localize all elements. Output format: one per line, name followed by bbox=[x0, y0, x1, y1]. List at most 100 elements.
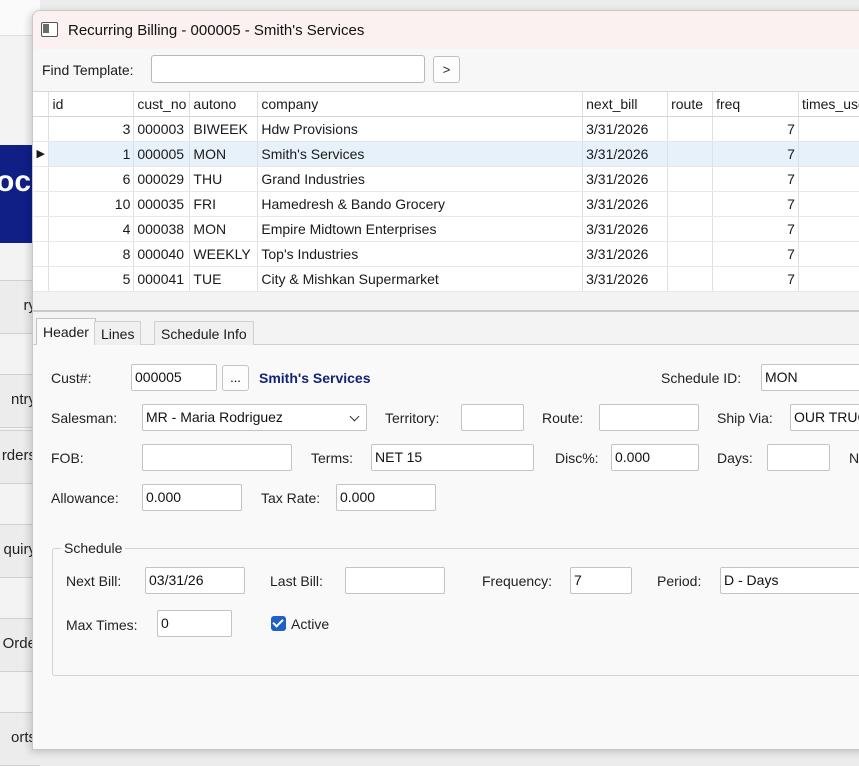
cell-next-bill[interactable]: 3/31/2026 bbox=[582, 141, 669, 167]
cell-cust-no[interactable]: 000003 bbox=[133, 116, 191, 142]
tab-lines[interactable]: Lines bbox=[94, 321, 142, 345]
cell-company[interactable]: Smith's Services bbox=[257, 141, 584, 167]
disc-field[interactable]: 0.000 bbox=[611, 444, 699, 471]
cust-number-field[interactable]: 000005 bbox=[131, 364, 217, 391]
cell-id[interactable]: 10 bbox=[48, 191, 135, 217]
cell-next-bill[interactable]: 3/31/2026 bbox=[582, 266, 669, 292]
table-row[interactable]: ▶ 1 000005 MON Smith's Services 3/31/2026 7 bbox=[33, 141, 859, 167]
find-template-input[interactable] bbox=[151, 55, 425, 83]
cell-next-bill[interactable]: 3/31/2026 bbox=[582, 166, 669, 192]
cell-freq[interactable]: 7 bbox=[712, 166, 799, 192]
table-row[interactable]: 6 000029 THU Grand Industries 3/31/2026 7 bbox=[33, 166, 859, 192]
cell-id[interactable]: 5 bbox=[48, 266, 135, 292]
table-row[interactable]: 10 000035 FRI Hamedresh & Bando Grocery 3/31… bbox=[33, 191, 859, 217]
cell-route[interactable] bbox=[667, 141, 714, 167]
cell-company[interactable]: City & Mishkan Supermarket bbox=[257, 266, 584, 292]
cell-times-used[interactable] bbox=[798, 266, 859, 292]
last-bill-field[interactable] bbox=[345, 567, 445, 594]
cell-route[interactable] bbox=[667, 191, 714, 217]
next-bill-field[interactable]: 03/31/26 bbox=[145, 567, 245, 594]
cell-company[interactable]: Empire Midtown Enterprises bbox=[257, 216, 584, 242]
cell-autono[interactable]: MON bbox=[189, 141, 259, 167]
cell-times-used[interactable] bbox=[798, 241, 859, 267]
cell-company[interactable]: Hdw Provisions bbox=[257, 116, 584, 142]
grid-splitter[interactable] bbox=[33, 310, 859, 312]
cell-autono[interactable]: BIWEEK bbox=[189, 116, 259, 142]
title-bar[interactable]: Recurring Billing - 000005 - Smith's Ser… bbox=[33, 11, 859, 49]
days-field[interactable] bbox=[767, 444, 830, 471]
table-row[interactable]: 4 000038 MON Empire Midtown Enterprises 3/31… bbox=[33, 216, 859, 242]
territory-field[interactable] bbox=[461, 404, 524, 431]
cell-freq[interactable]: 7 bbox=[712, 266, 799, 292]
cell-cust-no[interactable]: 000029 bbox=[133, 166, 191, 192]
cell-autono[interactable]: TUE bbox=[189, 266, 259, 292]
cell-route[interactable] bbox=[667, 216, 714, 242]
cell-next-bill[interactable]: 3/31/2026 bbox=[582, 191, 669, 217]
cell-freq[interactable]: 7 bbox=[712, 241, 799, 267]
cell-freq[interactable]: 7 bbox=[712, 141, 799, 167]
cell-cust-no[interactable]: 000035 bbox=[133, 191, 191, 217]
cell-company[interactable]: Top's Industries bbox=[257, 241, 584, 267]
cell-autono[interactable]: THU bbox=[189, 166, 259, 192]
fob-field[interactable] bbox=[142, 444, 292, 471]
cell-id[interactable]: 1 bbox=[48, 141, 135, 167]
cell-cust-no[interactable]: 000040 bbox=[133, 241, 191, 267]
customer-lookup-button[interactable]: ... bbox=[222, 365, 249, 391]
tax-rate-field[interactable]: 0.000 bbox=[336, 484, 436, 511]
column-header-route[interactable]: route bbox=[667, 92, 714, 117]
cell-id[interactable]: 6 bbox=[48, 166, 135, 192]
cell-times-used[interactable] bbox=[798, 216, 859, 242]
cell-times-used[interactable] bbox=[798, 166, 859, 192]
cell-times-used[interactable] bbox=[798, 141, 859, 167]
column-header-company[interactable]: company bbox=[257, 92, 584, 117]
cell-freq[interactable]: 7 bbox=[712, 191, 799, 217]
active-checkbox[interactable] bbox=[271, 616, 286, 631]
allowance-field[interactable]: 0.000 bbox=[142, 484, 242, 511]
cell-cust-no[interactable]: 000041 bbox=[133, 266, 191, 292]
cell-autono[interactable]: FRI bbox=[189, 191, 259, 217]
column-header-next-bill[interactable]: next_bill bbox=[582, 92, 669, 117]
tab-schedule-info[interactable]: Schedule Info bbox=[154, 321, 254, 345]
cell-route[interactable] bbox=[667, 116, 714, 142]
cell-id[interactable]: 4 bbox=[48, 216, 135, 242]
ship-via-field[interactable]: OUR TRUC bbox=[790, 404, 859, 431]
schedule-id-field[interactable]: MON bbox=[761, 364, 859, 391]
frequency-field[interactable]: 7 bbox=[570, 567, 632, 594]
template-grid[interactable]: id cust_no autono company next_bill rout… bbox=[33, 91, 859, 292]
column-header-autono[interactable]: autono bbox=[189, 92, 259, 117]
cell-autono[interactable]: WEEKLY bbox=[189, 241, 259, 267]
cell-id[interactable]: 3 bbox=[48, 116, 135, 142]
find-template-button[interactable]: > bbox=[433, 56, 460, 83]
table-row[interactable]: 5 000041 TUE City & Mishkan Supermarket 3/31… bbox=[33, 266, 859, 292]
cell-route[interactable] bbox=[667, 266, 714, 292]
tab-header[interactable]: Header bbox=[36, 318, 96, 346]
cell-company[interactable]: Hamedresh & Bando Grocery bbox=[257, 191, 584, 217]
cell-freq[interactable]: 7 bbox=[712, 116, 799, 142]
max-times-field[interactable]: 0 bbox=[157, 610, 232, 637]
cell-autono[interactable]: MON bbox=[189, 216, 259, 242]
cell-times-used[interactable] bbox=[798, 116, 859, 142]
column-header-cust-no[interactable]: cust_no bbox=[133, 92, 191, 117]
active-label[interactable]: Active bbox=[291, 616, 329, 632]
cell-route[interactable] bbox=[667, 166, 714, 192]
route-field[interactable] bbox=[599, 404, 699, 431]
cell-freq[interactable]: 7 bbox=[712, 216, 799, 242]
salesman-dropdown[interactable]: MR - Maria Rodriguez bbox=[142, 404, 367, 431]
table-row[interactable]: 8 000040 WEEKLY Top's Industries 3/31/2026 7 bbox=[33, 241, 859, 267]
row-indicator bbox=[33, 191, 50, 217]
column-header-times-used[interactable]: times_use bbox=[798, 92, 859, 117]
cell-times-used[interactable] bbox=[798, 191, 859, 217]
period-dropdown[interactable]: D - Days bbox=[720, 567, 859, 594]
cell-cust-no[interactable]: 000005 bbox=[133, 141, 191, 167]
cell-next-bill[interactable]: 3/31/2026 bbox=[582, 216, 669, 242]
cell-company[interactable]: Grand Industries bbox=[257, 166, 584, 192]
cell-next-bill[interactable]: 3/31/2026 bbox=[582, 241, 669, 267]
table-row[interactable]: 3 000003 BIWEEK Hdw Provisions 3/31/2026 7 bbox=[33, 116, 859, 142]
cell-id[interactable]: 8 bbox=[48, 241, 135, 267]
cell-route[interactable] bbox=[667, 241, 714, 267]
column-header-freq[interactable]: freq bbox=[712, 92, 799, 117]
terms-field[interactable]: NET 15 bbox=[371, 444, 534, 471]
column-header-id[interactable]: id bbox=[48, 92, 135, 117]
cell-next-bill[interactable]: 3/31/2026 bbox=[582, 116, 669, 142]
cell-cust-no[interactable]: 000038 bbox=[133, 216, 191, 242]
